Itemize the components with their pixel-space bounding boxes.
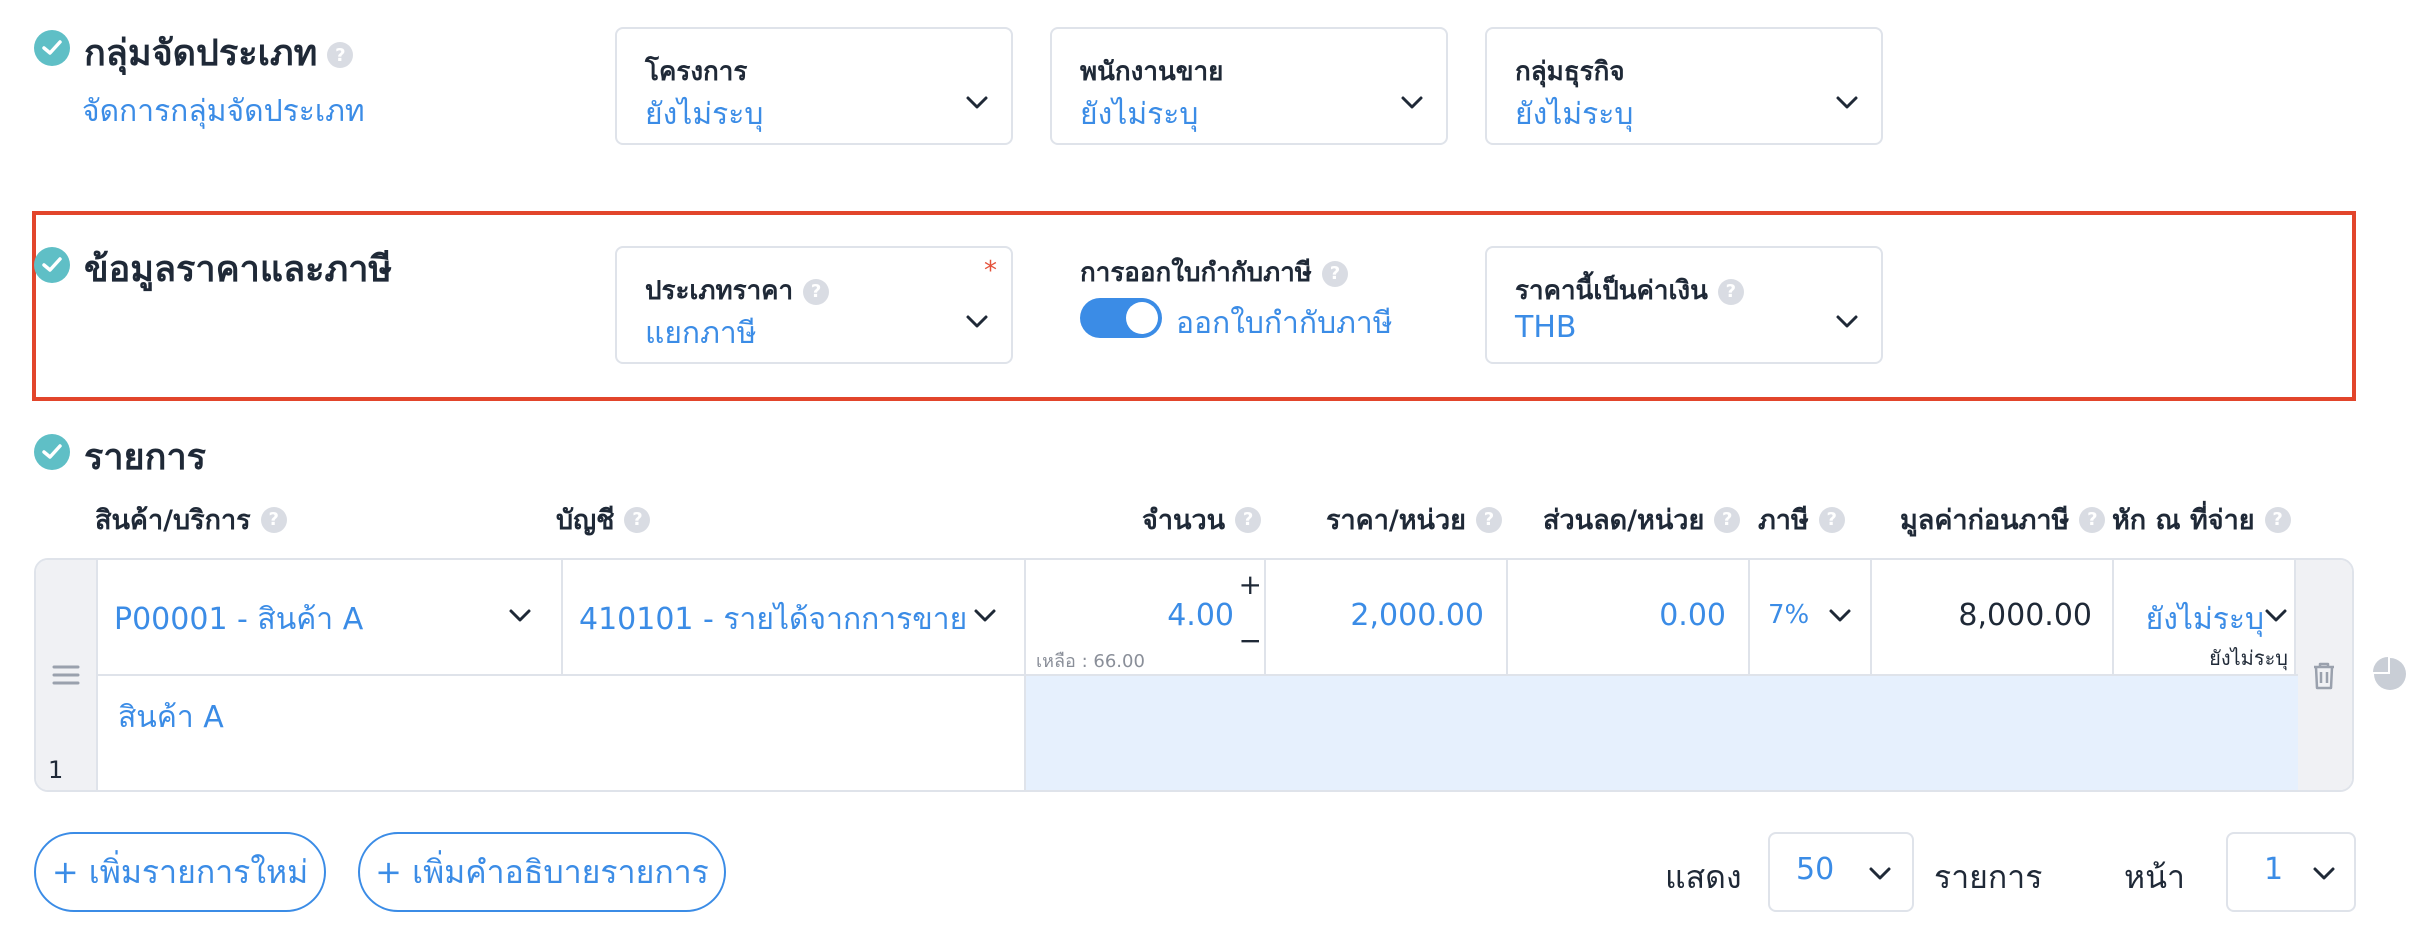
column-header-tax: ภาษี?: [1758, 498, 1845, 541]
field-label: ราคานี้เป็นค่าเงิน?: [1515, 270, 1744, 311]
items-table: 1 P00001 - สินค้า A 410101 - รายได้จากกา…: [34, 558, 2354, 792]
field-value: ยังไม่ระบุ: [1515, 97, 1634, 132]
help-icon[interactable]: ?: [1235, 506, 1262, 533]
account-value: 410101 - รายได้จากการขาย...: [579, 602, 969, 637]
decrement-button[interactable]: −: [1239, 624, 1262, 657]
pie-chart-icon[interactable]: [2372, 656, 2408, 692]
chevron-down-icon: [509, 609, 531, 622]
section-title-pricing: ข้อมูลราคาและภาษี: [84, 249, 393, 290]
chevron-down-icon: [1829, 609, 1851, 622]
help-icon[interactable]: ?: [803, 278, 830, 305]
currency-select[interactable]: ราคานี้เป็นค่าเงิน? THB: [1485, 246, 1883, 364]
add-item-button[interactable]: + เพิ่มรายการใหม่: [34, 832, 326, 912]
pre-tax-value: 8,000.00: [1958, 598, 2092, 633]
items-label: รายการ: [1934, 858, 2043, 896]
account-select[interactable]: 410101 - รายได้จากการขาย...: [563, 560, 1026, 676]
page-number-select[interactable]: 1: [2226, 832, 2356, 912]
field-value: ยังไม่ระบุ: [1080, 97, 1199, 132]
field-value: THB: [1515, 310, 1577, 345]
increment-button[interactable]: +: [1239, 568, 1262, 601]
help-icon[interactable]: ?: [1818, 506, 1845, 533]
pre-tax-amount: 8,000.00: [1872, 560, 2114, 676]
drag-handle-icon[interactable]: [52, 664, 80, 686]
add-description-button[interactable]: + เพิ่มคำอธิบายรายการ: [358, 832, 726, 912]
page-label: หน้า: [2124, 858, 2185, 896]
help-icon[interactable]: ?: [1717, 278, 1744, 305]
column-header-discount: ส่วนลด/หน่วย?: [1543, 498, 1741, 541]
project-select[interactable]: โครงการ ยังไม่ระบุ: [615, 27, 1013, 145]
chevron-down-icon: [1836, 96, 1858, 109]
help-icon[interactable]: ?: [2264, 506, 2291, 533]
column-header-withholding: หัก ณ ที่จ่าย?: [2112, 498, 2291, 541]
tax-value: 7%: [1768, 600, 1810, 630]
description-extra-area: [1026, 676, 2298, 790]
tax-invoice-toggle[interactable]: [1080, 298, 1162, 338]
chevron-down-icon: [966, 96, 988, 109]
row-index: 1: [48, 756, 64, 784]
price-type-select[interactable]: ประเภทราคา? * แยกภาษี: [615, 246, 1013, 364]
help-icon[interactable]: ?: [1475, 506, 1502, 533]
column-header-account: บัญชี?: [556, 498, 651, 541]
row-handle[interactable]: 1: [36, 560, 98, 790]
row-actions: [2294, 560, 2352, 790]
help-icon[interactable]: ?: [1714, 506, 1741, 533]
help-icon[interactable]: ?: [1321, 260, 1348, 287]
show-label: แสดง: [1665, 858, 1742, 896]
check-icon: [34, 247, 70, 283]
section-title-classification: กลุ่มจัดประเภท?: [84, 24, 354, 81]
chevron-down-icon: [2265, 609, 2287, 622]
withholding-select[interactable]: ยังไม่ระบุ ยังไม่ระบุ: [2114, 560, 2298, 676]
field-label: ประเภทราคา?: [645, 270, 830, 311]
tax-invoice-toggle-label: ออกใบกำกับภาษี: [1176, 306, 1393, 341]
column-header-pre-tax: มูลค่าก่อนภาษี?: [1900, 498, 2106, 541]
toggle-knob: [1126, 302, 1158, 334]
chevron-down-icon: [1869, 867, 1891, 880]
business-group-select[interactable]: กลุ่มธุรกิจ ยังไม่ระบุ: [1485, 27, 1883, 145]
help-icon[interactable]: ?: [624, 506, 651, 533]
product-value: P00001 - สินค้า A: [114, 602, 364, 637]
field-label: โครงการ: [645, 57, 748, 87]
trash-icon[interactable]: [2312, 662, 2336, 690]
field-label: กลุ่มธุรกิจ: [1515, 57, 1625, 87]
chevron-down-icon: [974, 609, 996, 622]
chevron-down-icon: [966, 315, 988, 328]
description-value: สินค้า A: [118, 700, 224, 735]
withholding-sub: ยังไม่ระบุ: [2209, 646, 2288, 670]
chevron-down-icon: [1836, 315, 1858, 328]
column-header-product: สินค้า/บริการ?: [95, 498, 287, 541]
field-label: พนักงานขาย: [1080, 57, 1224, 87]
required-mark: *: [984, 256, 997, 286]
page-number-value: 1: [2264, 852, 2284, 887]
quantity-value[interactable]: 4.00: [1167, 598, 1234, 633]
salesperson-select[interactable]: พนักงานขาย ยังไม่ระบุ: [1050, 27, 1448, 145]
quantity-stepper[interactable]: 4.00 + − เหลือ : 66.00: [1026, 560, 1266, 676]
field-value: ยังไม่ระบุ: [645, 97, 764, 132]
withholding-value: ยังไม่ระบุ: [2145, 602, 2264, 637]
check-icon: [34, 30, 70, 66]
remaining-stock: เหลือ : 66.00: [1036, 651, 1145, 672]
help-icon[interactable]: ?: [327, 42, 354, 68]
field-value: แยกภาษี: [645, 316, 757, 351]
tax-select[interactable]: 7%: [1750, 560, 1872, 676]
check-icon: [34, 434, 70, 470]
help-icon[interactable]: ?: [260, 506, 287, 533]
product-select[interactable]: P00001 - สินค้า A: [98, 560, 563, 676]
unit-price-value: 2,000.00: [1350, 598, 1484, 633]
unit-price-input[interactable]: 2,000.00: [1266, 560, 1508, 676]
chevron-down-icon: [1401, 96, 1423, 109]
column-header-unit-price: ราคา/หน่วย?: [1326, 498, 1502, 541]
description-input[interactable]: สินค้า A: [98, 676, 1026, 790]
discount-value: 0.00: [1659, 598, 1726, 633]
column-header-quantity: จำนวน?: [1142, 498, 1262, 541]
page-size-select[interactable]: 50: [1768, 832, 1914, 912]
manage-classification-link[interactable]: จัดการกลุ่มจัดประเภท: [82, 88, 365, 135]
help-icon[interactable]: ?: [2079, 506, 2106, 533]
section-title-items: รายการ: [84, 437, 206, 478]
discount-input[interactable]: 0.00: [1508, 560, 1750, 676]
tax-invoice-label: การออกใบกำกับภาษี?: [1080, 252, 1348, 293]
page-size-value: 50: [1796, 852, 1835, 887]
chevron-down-icon: [2313, 867, 2335, 880]
